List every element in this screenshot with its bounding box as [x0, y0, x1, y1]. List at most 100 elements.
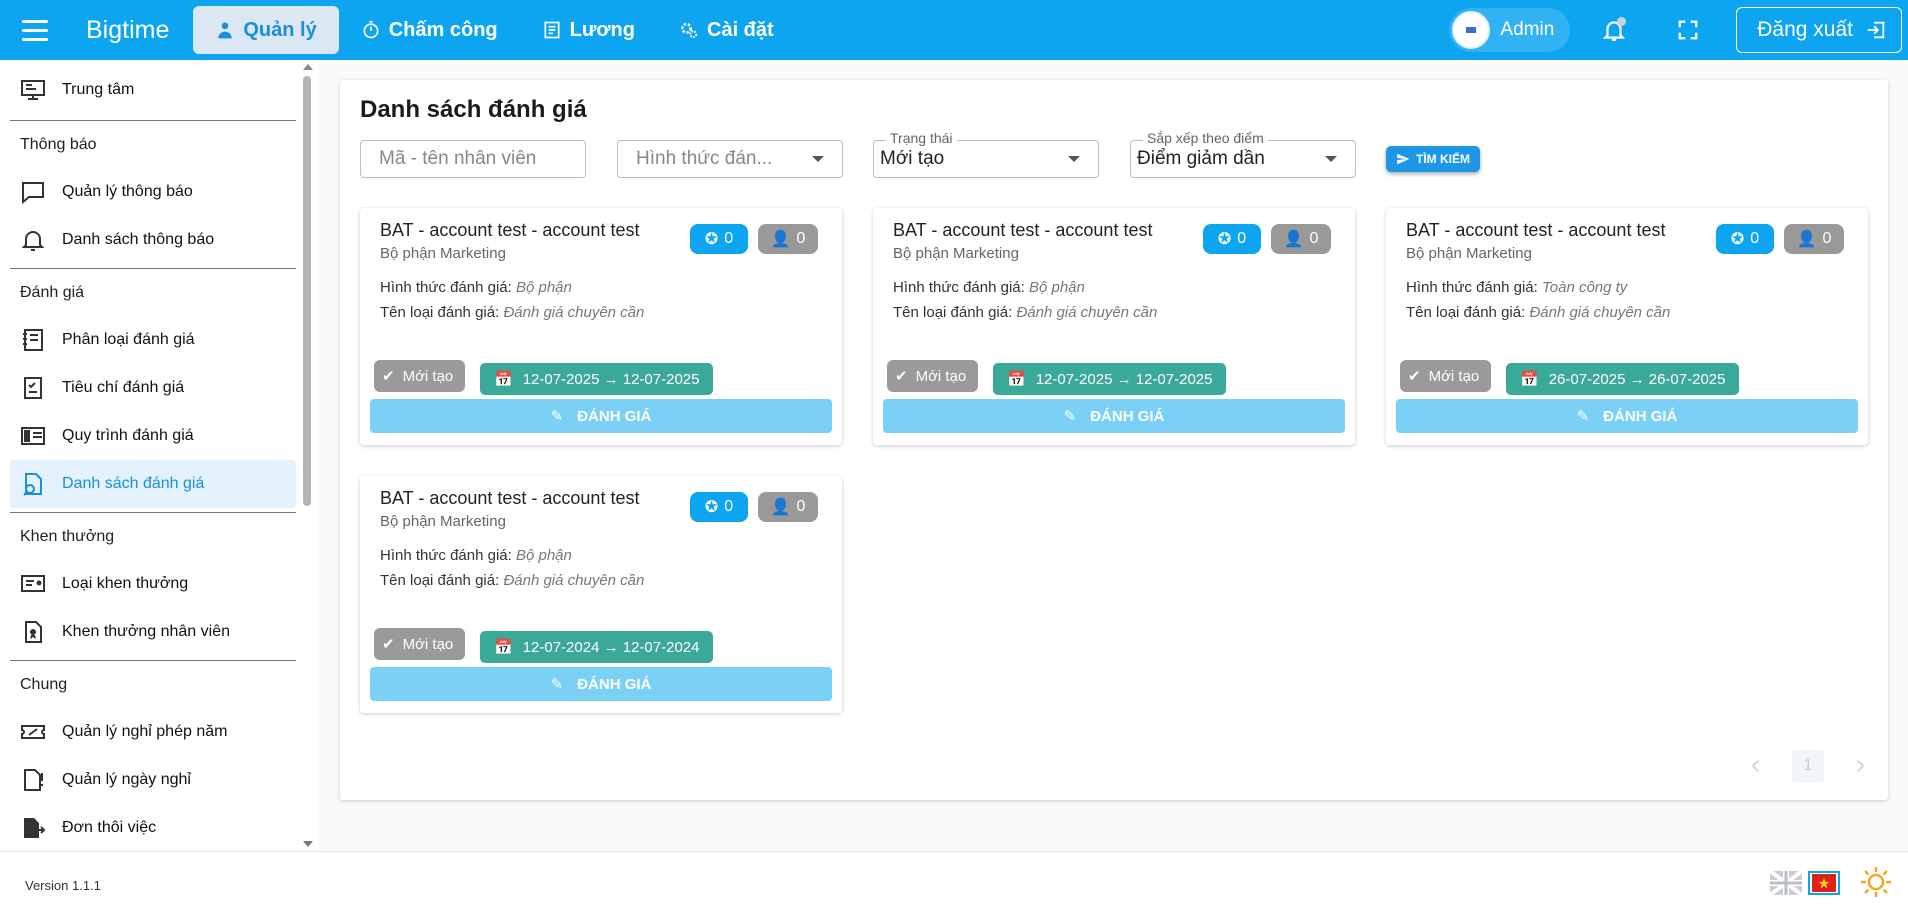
evaluate-button[interactable]: ✎ ĐÁNH GIÁ: [883, 399, 1345, 433]
check-circle-icon: ✔: [382, 368, 395, 385]
vietnam-flag-icon[interactable]: [1808, 871, 1840, 895]
status-chip: ✔ Mới tạo: [887, 360, 979, 392]
user-add-icon: 👤: [770, 499, 791, 516]
avatar: [1452, 11, 1491, 49]
chevron-right-icon[interactable]: [1850, 756, 1870, 776]
sidebar-section-chung: Chung: [10, 660, 296, 708]
employee-search-input[interactable]: Mã - tên nhân viên: [360, 140, 586, 178]
sun-icon[interactable]: [1860, 866, 1892, 898]
user-add-icon: 👤: [1283, 231, 1304, 248]
ticket-icon: [21, 725, 45, 739]
sidebar-scrollbar[interactable]: [300, 60, 314, 851]
chat-bubble-icon: [22, 182, 44, 205]
card-title: BAT - account test - account test: [380, 488, 640, 508]
user-count-badge: 👤 0: [1784, 224, 1844, 254]
menu-icon[interactable]: [18, 12, 54, 48]
sidebar-item-quan-ly-thong-bao[interactable]: Quản lý thông báo: [10, 168, 296, 216]
card-title: BAT - account test - account test: [893, 220, 1153, 240]
evaluate-button[interactable]: ✎ ĐÁNH GIÁ: [370, 667, 832, 701]
notification-bell-icon[interactable]: [1596, 12, 1632, 48]
logout-label: Đăng xuất: [1757, 18, 1853, 41]
logout-button[interactable]: Đăng xuất: [1736, 7, 1902, 53]
sidebar: Trung tâm Thông báo Quản lý thông báo Da…: [0, 60, 318, 851]
status-chip: ✔ Mới tạo: [374, 360, 466, 392]
evaluation-type-value: Bộ phận: [515, 547, 572, 564]
date-range-text: 12-07-2024 → 12-07-2024: [522, 638, 700, 656]
date-range-chip: 📅 12-07-2024 → 12-07-2024: [480, 631, 714, 663]
stopwatch-icon: [363, 20, 379, 39]
nav-label: Quản lý: [243, 18, 317, 41]
sort-select[interactable]: Sắp xếp theo điểm Điểm giảm dần: [1130, 130, 1356, 178]
star-icon: ✪: [1217, 231, 1232, 248]
award-file-icon: [25, 621, 42, 643]
date-range-chip: 📅 26-07-2025 → 26-07-2025: [1506, 363, 1740, 395]
sidebar-item-trung-tam[interactable]: Trung tâm: [10, 66, 296, 114]
sidebar-item-label: Khen thưởng nhân viên: [62, 623, 230, 640]
nav-label: Lương: [569, 18, 635, 41]
sidebar-item-tieu-chi-danh-gia[interactable]: Tiêu chí đánh giá: [10, 364, 296, 412]
user-count-badge: 👤 0: [758, 492, 818, 522]
evaluate-button[interactable]: ✎ ĐÁNH GIÁ: [370, 399, 832, 433]
status-chip: ✔ Mới tạo: [374, 628, 466, 660]
check-circle-icon: ✔: [895, 368, 908, 385]
calendar-icon: 📅: [1007, 371, 1026, 388]
evaluate-button[interactable]: ✎ ĐÁNH GIÁ: [1396, 399, 1858, 433]
sidebar-section-khen-thuong: Khen thưởng: [10, 512, 296, 560]
employee-search-placeholder: Mã - tên nhân viên: [379, 148, 537, 169]
sidebar-item-danh-sach-thong-bao[interactable]: Danh sách thông báo: [10, 216, 296, 264]
nav-luong[interactable]: Lương: [520, 6, 657, 54]
fullscreen-icon[interactable]: [1670, 12, 1706, 48]
logout-icon: [1867, 21, 1885, 39]
status-select[interactable]: Trạng thái Mới tạo: [873, 130, 1099, 178]
nav-cai-dat[interactable]: Cài đặt: [657, 6, 796, 54]
uk-flag-icon[interactable]: [1770, 871, 1802, 895]
user-count: 0: [796, 498, 806, 515]
app-brand[interactable]: Bigtime: [86, 16, 169, 45]
date-range-chip: 📅 12-07-2025 → 12-07-2025: [993, 363, 1227, 395]
user-menu[interactable]: Admin: [1449, 8, 1571, 52]
sidebar-item-label: Tiêu chí đánh giá: [62, 379, 185, 396]
chevron-left-icon[interactable]: [1746, 756, 1766, 776]
star-icon: ✪: [1730, 231, 1745, 248]
sidebar-item-label: Quy trình đánh giá: [62, 427, 194, 444]
sidebar-item-khen-thuong-nhan-vien[interactable]: Khen thưởng nhân viên: [10, 608, 296, 656]
sidebar-item-don-thoi-viec[interactable]: Đơn thôi việc: [10, 804, 296, 851]
star-icon: ✪: [704, 499, 719, 516]
bell-icon: [21, 231, 45, 251]
sidebar-item-loai-khen-thuong[interactable]: Loại khen thưởng: [10, 560, 296, 608]
card-title: BAT - account test - account test: [1406, 220, 1666, 240]
evaluation-type-label: Hình thức đánh giá:: [893, 279, 1025, 296]
nav-quan-ly[interactable]: Quản lý: [193, 6, 339, 54]
sidebar-item-danh-sach-danh-gia[interactable]: Danh sách đánh giá: [10, 460, 296, 508]
user-count: 0: [1822, 230, 1832, 247]
sidebar-item-quan-ly-nghi-phep-nam[interactable]: Quản lý nghỉ phép năm: [10, 708, 296, 756]
evaluation-type-value: Bộ phận: [515, 279, 572, 296]
evaluation-card: BAT - account test - account test Bộ phậ…: [360, 476, 842, 713]
evaluation-category-label: Tên loại đánh giá:: [893, 304, 1013, 321]
card-department: Bộ phận Marketing: [1406, 245, 1532, 262]
pencil-icon: ✎: [1576, 408, 1590, 425]
status-text: Mới tạo: [402, 635, 454, 653]
nav-cham-cong[interactable]: Chấm công: [339, 6, 520, 54]
search-button[interactable]: TÌM KIẾM: [1386, 146, 1480, 172]
file-exit-icon: [24, 818, 46, 838]
sidebar-item-label: Danh sách thông báo: [62, 231, 215, 248]
evaluate-label: ĐÁNH GIÁ: [1603, 407, 1678, 425]
card-department: Bộ phận Marketing: [380, 245, 506, 262]
file-search-icon: [23, 473, 42, 496]
evaluation-type-label: Hình thức đánh giá:: [380, 547, 512, 564]
date-range-chip: 📅 12-07-2025 → 12-07-2025: [480, 363, 714, 395]
sidebar-item-quan-ly-ngay-nghi[interactable]: Quản lý ngày nghỉ: [10, 756, 296, 804]
sidebar-item-label: Quản lý nghỉ phép năm: [62, 723, 228, 740]
card-title: BAT - account test - account test: [380, 220, 640, 240]
page-number[interactable]: 1: [1792, 750, 1824, 782]
sidebar-item-quy-trinh-danh-gia[interactable]: Quy trình đánh giá: [10, 412, 296, 460]
sidebar-item-phan-loai-danh-gia[interactable]: Phân loại đánh giá: [10, 316, 296, 364]
card-department: Bộ phận Marketing: [380, 513, 506, 530]
evaluation-type-placeholder: Hình thức đán...: [636, 148, 773, 169]
evaluation-type-select[interactable]: Hình thức đán...: [617, 140, 843, 178]
notebook-icon: [23, 329, 43, 351]
evaluation-category-label: Tên loại đánh giá:: [1406, 304, 1526, 321]
monitor-icon: [21, 80, 45, 100]
evaluation-type-line: Hình thức đánh giá: Bộ phận: [893, 279, 1085, 296]
